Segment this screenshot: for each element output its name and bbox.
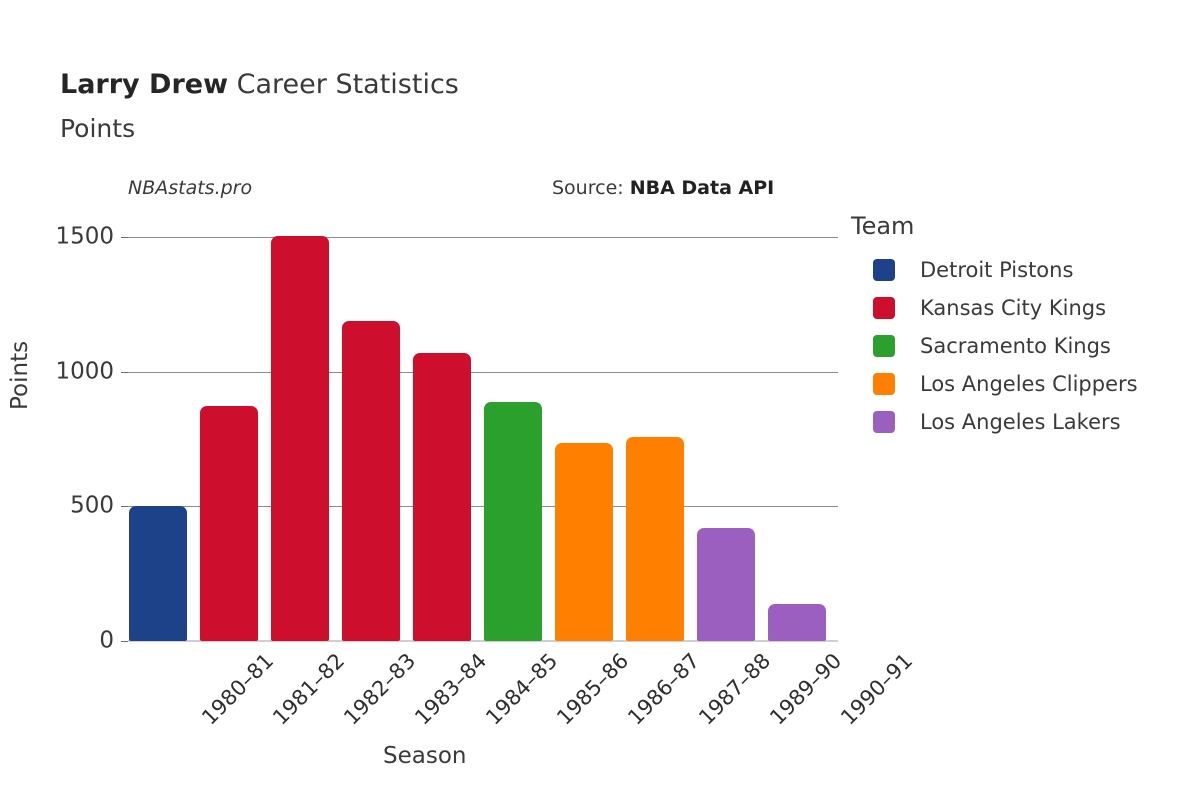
y-axis-tick <box>121 237 128 239</box>
legend: Team Detroit Pistons Kansas City Kings Sac… <box>851 211 1138 441</box>
plot-area <box>121 224 838 642</box>
legend-item[interactable]: Detroit Pistons <box>851 251 1138 289</box>
legend-swatch-icon <box>873 297 895 319</box>
x-axis-title: Season <box>383 743 467 769</box>
bar[interactable] <box>271 236 329 641</box>
legend-title: Team <box>851 212 915 240</box>
title-suffix: Career Statistics <box>228 69 459 100</box>
x-axis-tick-label: 1985–86 <box>552 648 634 730</box>
legend-swatch-icon <box>873 411 895 433</box>
legend-swatch-icon <box>873 335 895 357</box>
x-axis-tick-label: 1981–82 <box>268 648 350 730</box>
x-axis-tick-label: 1980–81 <box>197 648 279 730</box>
source-value: NBA Data API <box>629 177 775 199</box>
legend-item[interactable]: Sacramento Kings <box>851 327 1138 365</box>
x-axis-tick-label: 1987–88 <box>694 648 776 730</box>
bar[interactable] <box>555 442 613 641</box>
x-axis-tick-label: 1990–91 <box>836 648 918 730</box>
legend-item[interactable]: Kansas City Kings <box>851 289 1138 327</box>
bar[interactable] <box>484 401 542 641</box>
bar[interactable] <box>342 320 400 641</box>
legend-item-label: Los Angeles Clippers <box>920 371 1138 396</box>
y-axis-tick-label: 1000 <box>55 358 114 385</box>
page-title: Larry Drew Career Statistics <box>60 68 459 102</box>
legend-item[interactable]: Los Angeles Clippers <box>851 365 1138 403</box>
legend-item[interactable]: Los Angeles Lakers <box>851 403 1138 441</box>
bar[interactable] <box>697 528 755 641</box>
x-axis-tick-label: 1984–85 <box>481 648 563 730</box>
legend-item-label: Kansas City Kings <box>920 295 1107 320</box>
bar[interactable] <box>626 436 684 641</box>
y-axis-tick-label: 0 <box>99 627 114 654</box>
legend-swatch-icon <box>873 259 895 281</box>
source-credit: Source: NBA Data API <box>552 177 774 199</box>
source-label: Source: <box>552 177 630 199</box>
gridline <box>128 237 838 239</box>
x-axis-tick-label: 1986–87 <box>623 648 705 730</box>
watermark: NBAstats.pro <box>128 177 253 199</box>
legend-item-list: Detroit Pistons Kansas City Kings Sacramen… <box>851 251 1138 441</box>
y-axis-tick <box>121 371 128 373</box>
page-subtitle: Points <box>60 114 136 143</box>
chart-page: Larry Drew Career Statistics Points NBAs… <box>0 0 1200 800</box>
bar[interactable] <box>200 405 258 641</box>
bar[interactable] <box>129 506 187 641</box>
y-axis-tick <box>121 506 128 508</box>
x-axis-tick-label: 1989–90 <box>765 648 847 730</box>
legend-item-label: Sacramento Kings <box>920 333 1111 358</box>
x-axis-tick-label: 1982–83 <box>339 648 421 730</box>
bar[interactable] <box>768 604 826 641</box>
gridline <box>128 371 838 373</box>
bar[interactable] <box>413 353 471 641</box>
y-axis-tick-label: 1500 <box>55 223 114 250</box>
x-axis-tick-label: 1983–84 <box>410 648 492 730</box>
legend-swatch-icon <box>873 373 895 395</box>
player-name: Larry Drew <box>60 69 229 100</box>
y-axis-tick-label: 500 <box>70 492 114 519</box>
legend-item-label: Los Angeles Lakers <box>920 409 1121 434</box>
legend-item-label: Detroit Pistons <box>920 257 1074 282</box>
y-axis-tick <box>121 641 128 642</box>
